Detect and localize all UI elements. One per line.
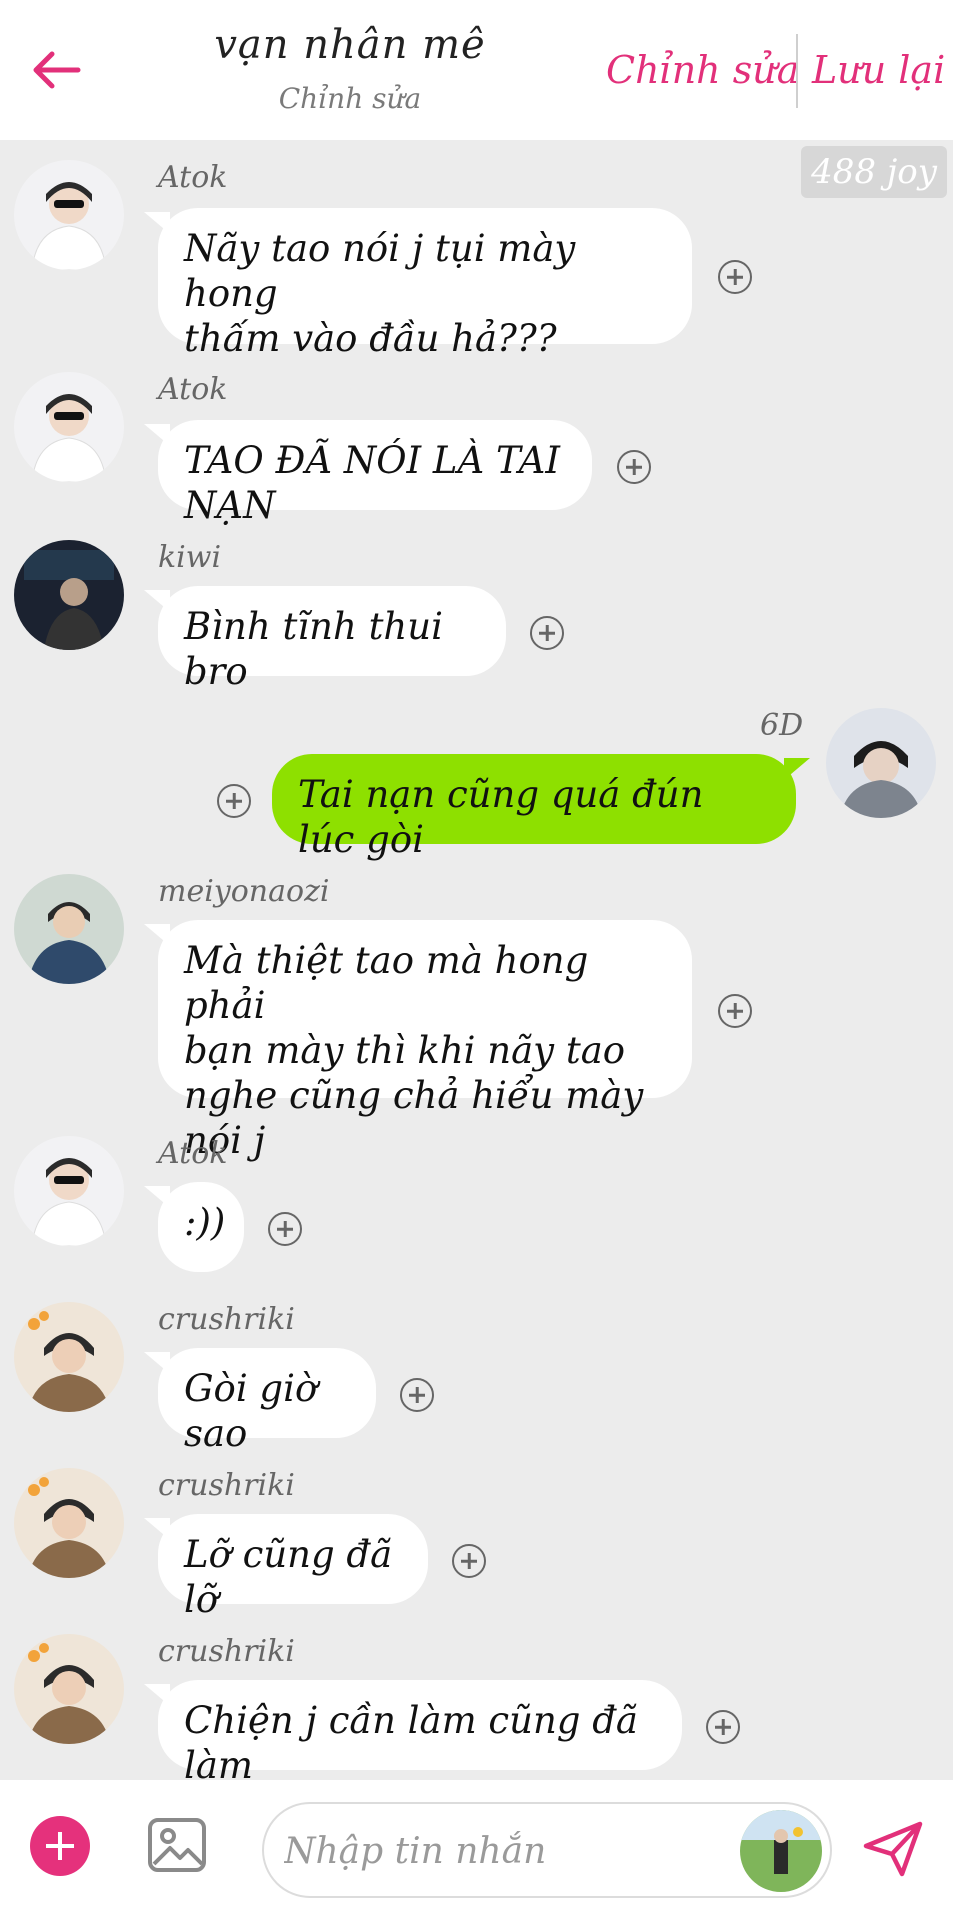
message-line: thấm vào đầu hả??? (184, 317, 557, 360)
sender-name: Atok (158, 160, 228, 195)
image-icon[interactable] (146, 1814, 208, 1876)
message-line: Nãy tao nói j tụi mày hong (184, 227, 576, 315)
crushriki-avatar[interactable] (14, 1468, 124, 1578)
sender-name: crushriki (158, 1468, 295, 1503)
message-bubble[interactable]: Gòi giờ sao (144, 1348, 376, 1455)
message-line: Lỡ cũng đã lỡ (184, 1533, 393, 1621)
kiwi-avatar[interactable] (14, 540, 124, 650)
message-line: TAO ĐÃ NÓI LÀ TAI NẠN (184, 439, 560, 527)
atok-avatar[interactable] (14, 1136, 124, 1246)
react-plus-icon[interactable] (268, 1212, 302, 1246)
message-line: :)) (184, 1201, 226, 1244)
chat-title: vạn nhân mê (214, 22, 486, 68)
react-plus-icon[interactable] (718, 260, 752, 294)
react-plus-icon[interactable] (530, 616, 564, 650)
send-icon[interactable] (862, 1820, 924, 1878)
add-attachment-button[interactable] (30, 1816, 90, 1876)
crushriki-avatar[interactable] (14, 1634, 124, 1744)
message-bubble[interactable]: Lỡ cũng đã lỡ (144, 1514, 428, 1621)
react-plus-icon[interactable] (617, 450, 651, 484)
composer-bar (0, 1780, 953, 1920)
sender-name: Atok (158, 372, 228, 407)
6d-avatar[interactable] (826, 708, 936, 818)
message-bubble[interactable]: Tai nạn cũng quá đún lúc gòi (272, 754, 810, 861)
sender-name: crushriki (158, 1302, 295, 1337)
message-bubble[interactable]: TAO ĐÃ NÓI LÀ TAI NẠN (144, 420, 592, 527)
sticker-avatar-icon[interactable] (740, 1810, 822, 1892)
header-divider (796, 34, 798, 108)
react-plus-icon[interactable] (718, 994, 752, 1028)
sender-name: kiwi (158, 540, 222, 575)
message-input-container (262, 1802, 832, 1898)
crushriki-avatar[interactable] (14, 1302, 124, 1412)
watermark: 488 joy (801, 146, 947, 198)
back-arrow-icon[interactable] (28, 44, 84, 96)
message-list[interactable]: 488 joy Atok Nãy tao nói j tụi mày hong … (0, 140, 953, 1787)
react-plus-icon[interactable] (217, 784, 251, 818)
message-bubble[interactable]: Bình tĩnh thui bro (144, 586, 506, 693)
message-bubble[interactable]: Chiện j cần làm cũng đã làm (144, 1680, 682, 1787)
message-bubble[interactable]: :)) (144, 1182, 244, 1272)
message-bubble[interactable]: Mà thiệt tao mà hong phải bạn mày thì kh… (144, 920, 692, 1162)
chat-header: vạn nhân mê Chỉnh sửa Chỉnh sửa Lưu lại (0, 0, 953, 140)
message-line: nghe cũng chả hiểu mày nói j (184, 1074, 644, 1162)
message-line: Mà thiệt tao mà hong phải (184, 939, 589, 1027)
sender-name: 6D (760, 708, 804, 743)
react-plus-icon[interactable] (452, 1544, 486, 1578)
message-line: Chiện j cần làm cũng đã làm (184, 1699, 638, 1787)
message-input[interactable] (282, 1822, 706, 1880)
message-line: Tai nạn cũng quá đún lúc gòi (298, 773, 704, 861)
react-plus-icon[interactable] (706, 1710, 740, 1744)
sender-name: meiyonaozi (158, 874, 330, 909)
message-line: Gòi giờ sao (184, 1367, 318, 1455)
message-bubble[interactable]: Nãy tao nói j tụi mày hong thấm vào đầu … (144, 208, 692, 360)
message-line: Bình tĩnh thui bro (184, 605, 443, 693)
react-plus-icon[interactable] (400, 1378, 434, 1412)
atok-avatar[interactable] (14, 160, 124, 270)
save-button[interactable]: Lưu lại (812, 48, 945, 92)
message-line: bạn mày thì khi nãy tao (184, 1029, 626, 1072)
chat-subtitle: Chỉnh sửa (278, 82, 422, 115)
edit-button[interactable]: Chỉnh sửa (606, 48, 799, 92)
meiyonaozi-avatar[interactable] (14, 874, 124, 984)
sender-name: crushriki (158, 1634, 295, 1669)
sender-name: Atok (158, 1136, 228, 1171)
atok-avatar[interactable] (14, 372, 124, 482)
